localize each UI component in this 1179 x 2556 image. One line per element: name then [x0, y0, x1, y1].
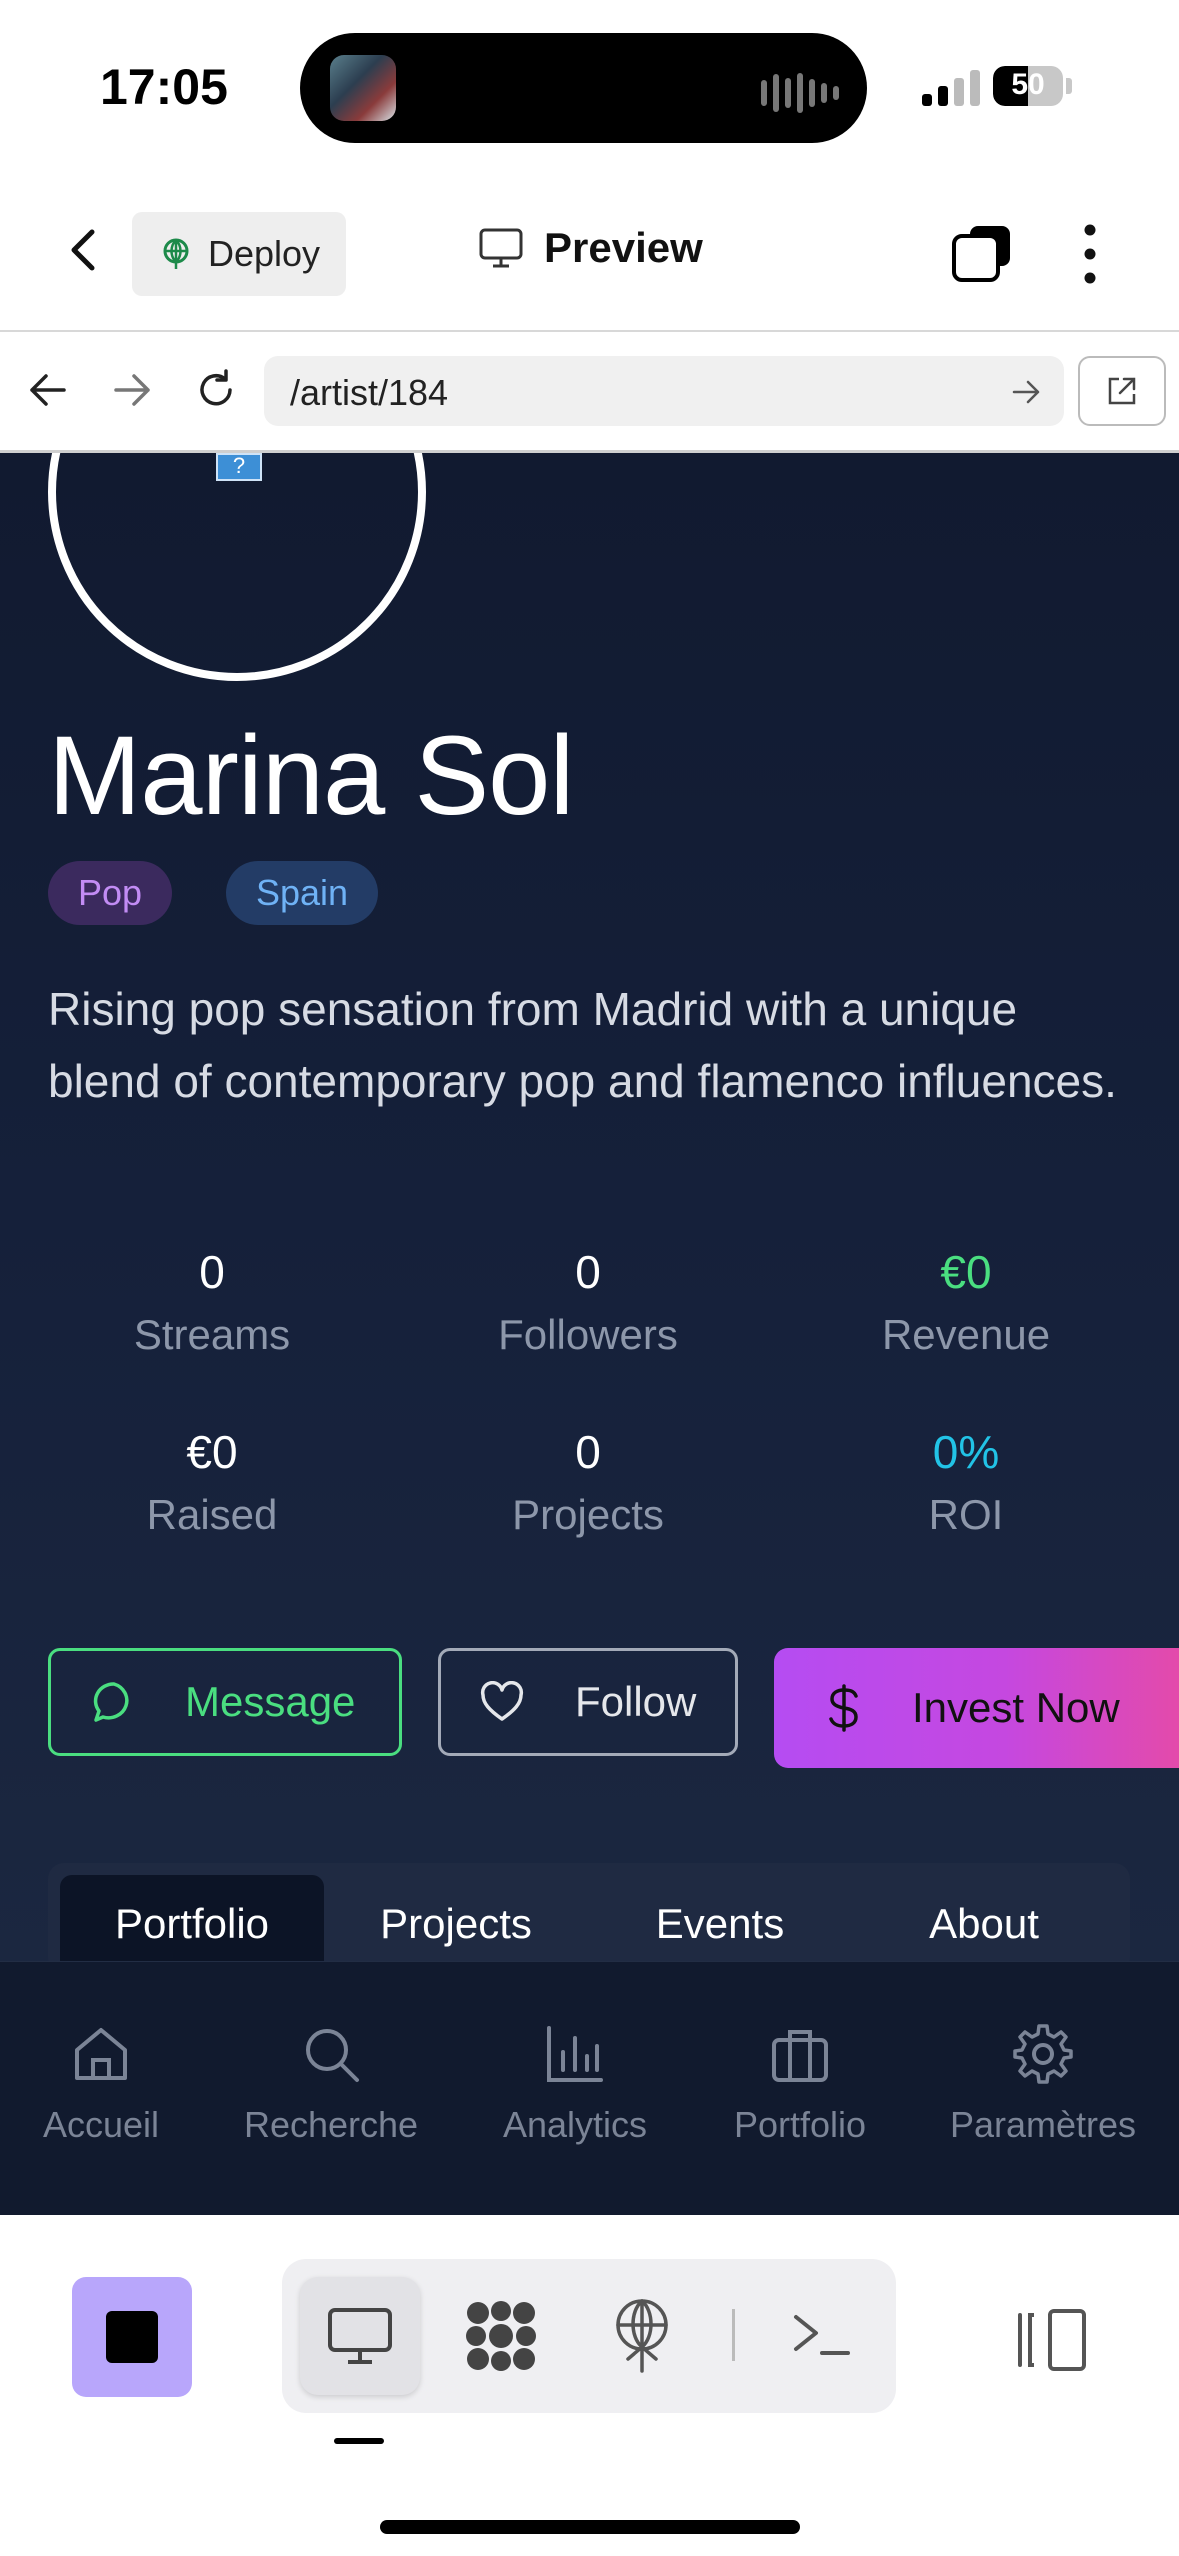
- stat-value: 0: [575, 1246, 601, 1298]
- deploy-button[interactable]: Deploy: [132, 212, 346, 296]
- view-switcher: [282, 2259, 896, 2413]
- browser-back-button[interactable]: [24, 366, 72, 414]
- back-button[interactable]: [58, 224, 110, 276]
- nav-label: Analytics: [502, 2104, 648, 2145]
- preview-label: Preview: [544, 224, 703, 271]
- url-text: /artist/184: [290, 372, 449, 413]
- cellular-signal-icon: [922, 70, 980, 106]
- invest-label: Invest Now: [912, 1684, 1120, 1731]
- audio-waveform-icon: [761, 73, 839, 113]
- go-arrow-icon[interactable]: [1010, 376, 1042, 408]
- deploy-label: Deploy: [207, 233, 321, 274]
- stat-value: €0: [186, 1426, 238, 1478]
- stat-streams: 0 Streams: [32, 1245, 392, 1359]
- tab-projects[interactable]: Projects: [324, 1875, 588, 1961]
- status-bar: 17:05 50: [0, 0, 1179, 170]
- nav-item-settings[interactable]: Paramètres: [928, 2022, 1158, 2146]
- battery-percentage: 50: [1011, 68, 1045, 101]
- home-icon: [75, 2028, 127, 2080]
- dynamic-island[interactable]: [300, 33, 867, 143]
- country-tag: Spain: [226, 861, 379, 925]
- stat-label: Streams: [133, 1311, 291, 1358]
- broken-image-icon: ?: [216, 453, 262, 481]
- app-header: Deploy Preview: [0, 170, 1179, 332]
- now-playing-thumbnail: [330, 55, 396, 121]
- stop-icon: [106, 2311, 158, 2363]
- clock: 17:05: [100, 59, 228, 115]
- browser-forward-button[interactable]: [108, 366, 156, 414]
- nav-item-portfolio[interactable]: Portfolio: [685, 2022, 915, 2146]
- search-icon: [306, 2029, 359, 2082]
- stat-roi: 0% ROI: [786, 1425, 1146, 1539]
- nav-label: Recherche: [243, 2104, 419, 2145]
- stat-raised: €0 Raised: [32, 1425, 392, 1539]
- artist-name: Marina Sol: [48, 713, 574, 838]
- browser-url-bar: /artist/184: [0, 332, 1179, 453]
- stat-value: €0: [940, 1246, 992, 1298]
- message-button[interactable]: Message: [48, 1648, 402, 1756]
- stat-value: 0%: [932, 1426, 1000, 1478]
- nav-item-search[interactable]: Recherche: [216, 2022, 446, 2146]
- stat-value: 0: [199, 1246, 225, 1298]
- tabs-overview-button[interactable]: [950, 222, 1014, 286]
- artist-profile-page: ? Marina Sol Pop Spain Rising pop sensat…: [0, 453, 1179, 1961]
- bottom-navigation: Accueil Recherche Analytics Portfolio Pa…: [0, 1961, 1179, 2216]
- dollar-sign-icon: [829, 1684, 858, 1732]
- briefcase-icon: [772, 2030, 828, 2082]
- preview-title: Preview: [478, 224, 703, 272]
- stat-label: Raised: [146, 1491, 278, 1538]
- active-view-indicator: [334, 2438, 384, 2444]
- external-link-icon: [1108, 377, 1136, 405]
- open-external-button[interactable]: [1078, 356, 1166, 426]
- url-input[interactable]: /artist/184: [264, 356, 1064, 426]
- stat-label: Revenue: [881, 1311, 1051, 1358]
- tab-about[interactable]: About: [852, 1875, 1116, 1961]
- bar-chart-icon: [547, 2026, 603, 2082]
- nav-item-home[interactable]: Accueil: [0, 2022, 216, 2146]
- editor-toolbar: [0, 2215, 1179, 2556]
- split-view-button[interactable]: [1010, 2307, 1090, 2373]
- console-view-button[interactable]: [790, 2309, 852, 2361]
- battery-icon: 50: [993, 66, 1063, 106]
- battery-cap: [1066, 78, 1072, 94]
- tab-events[interactable]: Events: [588, 1875, 852, 1961]
- nav-label: Paramètres: [949, 2104, 1137, 2145]
- nav-label: Portfolio: [733, 2104, 867, 2145]
- deploy-icon: [163, 238, 189, 269]
- genre-tag: Pop: [48, 861, 173, 925]
- follow-label: Follow: [575, 1678, 697, 1725]
- toolbar-divider: [732, 2309, 735, 2361]
- artist-avatar: [48, 453, 426, 681]
- stat-value: 0: [575, 1426, 601, 1478]
- chat-bubble-icon: [93, 1682, 129, 1722]
- invest-now-button[interactable]: Invest Now: [774, 1648, 1179, 1768]
- deploy-view-button[interactable]: [612, 2297, 672, 2373]
- stat-projects: 0 Projects: [408, 1425, 768, 1539]
- stat-label: Followers: [498, 1311, 678, 1358]
- home-indicator: [380, 2520, 800, 2534]
- nav-item-analytics[interactable]: Analytics: [460, 2022, 690, 2146]
- stat-followers: 0 Followers: [408, 1245, 768, 1359]
- heart-icon: [480, 1681, 524, 1721]
- gear-icon: [1013, 2024, 1073, 2084]
- stop-button[interactable]: [72, 2277, 192, 2397]
- stat-label: Projects: [512, 1491, 664, 1538]
- stat-label: ROI: [928, 1491, 1004, 1538]
- monitor-icon: [479, 228, 523, 268]
- message-label: Message: [185, 1678, 356, 1725]
- follow-button[interactable]: Follow: [438, 1648, 738, 1756]
- tab-portfolio[interactable]: Portfolio: [60, 1875, 324, 1961]
- stat-revenue: €0 Revenue: [786, 1245, 1146, 1359]
- artist-bio: Rising pop sensation from Madrid with a …: [48, 983, 1117, 1107]
- integrations-view-button[interactable]: [462, 2299, 540, 2373]
- reload-button[interactable]: [192, 366, 240, 414]
- nav-label: Accueil: [42, 2104, 160, 2145]
- monitor-icon: [328, 2308, 392, 2364]
- more-options-button[interactable]: [1070, 222, 1110, 286]
- preview-view-button[interactable]: [300, 2277, 420, 2395]
- profile-tabs: Portfolio Projects Events About: [48, 1863, 1130, 1961]
